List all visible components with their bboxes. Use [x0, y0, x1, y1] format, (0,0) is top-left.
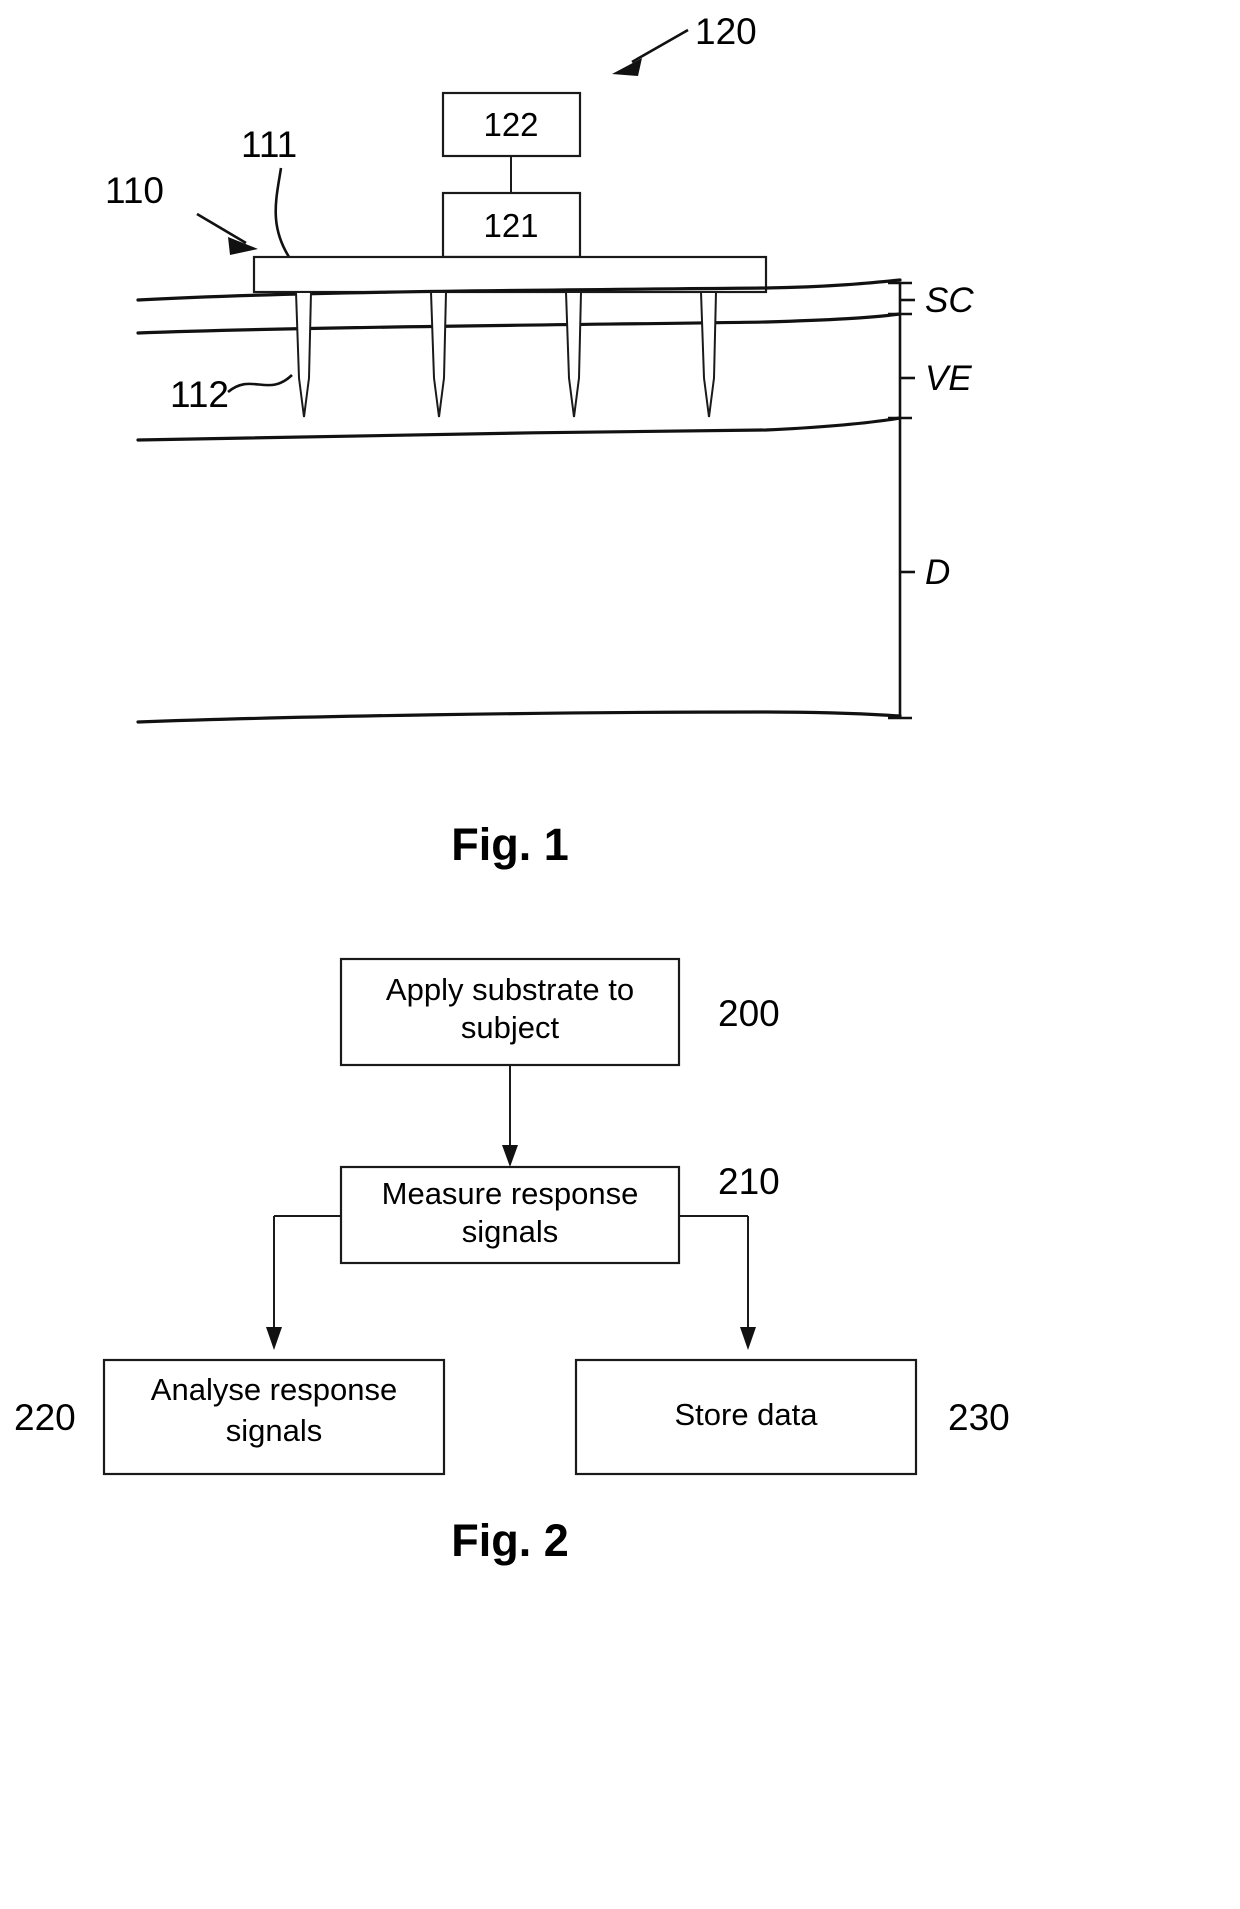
- layer-label-sc: SC: [925, 281, 974, 320]
- layer-label-d: D: [925, 553, 950, 592]
- patent-figure-page: 120 111 110 122 121 112 SC VE D Fig. 1 A…: [0, 0, 1240, 1909]
- flow-box-200-line1: Apply substrate to: [386, 972, 634, 1007]
- figure-1-caption: Fig. 1: [451, 819, 569, 870]
- unit-box-121-label: 121: [483, 207, 538, 244]
- ref-numeral-110: 110: [105, 170, 164, 211]
- flow-box-210-line2: signals: [462, 1214, 559, 1249]
- unit-box-122-label: 122: [483, 106, 538, 143]
- leader-line-111: [274, 167, 295, 264]
- flow-ref-230: 230: [948, 1397, 1010, 1438]
- figure-1-group: 120 111 110 122 121 112 SC VE D Fig. 1: [105, 11, 974, 870]
- microneedle: [699, 291, 718, 418]
- arrow-head-210-220: [266, 1327, 282, 1350]
- flow-ref-200: 200: [718, 993, 780, 1034]
- dermis-bottom-line: [136, 710, 902, 724]
- flow-ref-220: 220: [14, 1397, 76, 1438]
- flow-ref-210: 210: [718, 1161, 780, 1202]
- figure-2-caption: Fig. 2: [451, 1515, 569, 1566]
- flow-box-220-line1: Analyse response: [151, 1372, 397, 1407]
- leader-line-110: [196, 212, 247, 245]
- ref-numeral-120: 120: [695, 11, 757, 52]
- arrow-head-110: [228, 237, 258, 255]
- layer-label-ve: VE: [925, 359, 972, 398]
- microneedle: [294, 291, 313, 418]
- sc-ve-boundary-line: [136, 312, 902, 335]
- leader-line-112: [227, 374, 293, 394]
- flow-box-230-line1: Store data: [674, 1397, 818, 1432]
- microneedle-array: [294, 291, 718, 418]
- ve-d-boundary-line: [136, 416, 902, 442]
- figure-2-group: Apply substrate to subject 200 Measure r…: [14, 957, 1010, 1566]
- microneedle: [564, 291, 583, 418]
- microneedle: [429, 291, 448, 418]
- substrate-plate-111: [252, 255, 768, 294]
- ref-numeral-111: 111: [241, 124, 297, 165]
- leader-line-120: [631, 28, 689, 64]
- arrow-head-200-210: [502, 1145, 518, 1167]
- arrow-head-210-230: [740, 1327, 756, 1350]
- patent-drawing-canvas: 120 111 110 122 121 112 SC VE D Fig. 1 A…: [14, 11, 1010, 1566]
- flow-box-220-line2: signals: [226, 1413, 323, 1448]
- flow-box-210-line1: Measure response: [382, 1176, 639, 1211]
- arrow-head-120: [612, 58, 642, 76]
- ref-numeral-112: 112: [170, 374, 229, 415]
- flow-box-200-line2: subject: [461, 1010, 560, 1045]
